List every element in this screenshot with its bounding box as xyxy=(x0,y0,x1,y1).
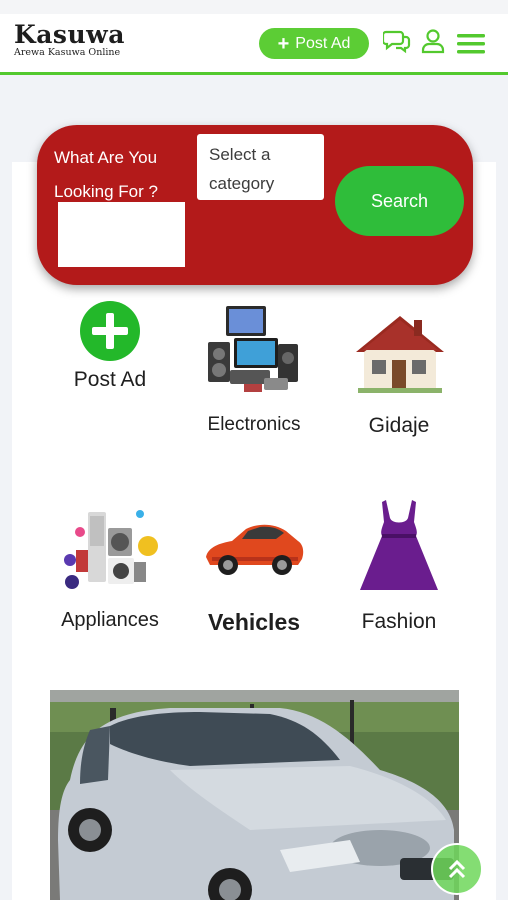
status-strip xyxy=(0,0,508,14)
category-label: Electronics xyxy=(207,414,301,435)
category-appliances[interactable]: Appliances xyxy=(45,500,175,635)
plus-icon: + xyxy=(277,32,290,55)
category-select[interactable]: Select a category xyxy=(197,134,324,200)
category-label: Gidaje xyxy=(368,414,430,437)
silver-hatchback-car-image xyxy=(50,690,459,900)
category-vehicles[interactable]: Vehicles xyxy=(189,505,319,640)
category-label: Fashion xyxy=(361,610,437,633)
header-post-ad-button[interactable]: + Post Ad xyxy=(259,28,369,59)
chat-icon[interactable] xyxy=(383,28,411,54)
category-post-ad[interactable]: Post Ad xyxy=(45,296,175,406)
category-label: Appliances xyxy=(61,609,159,631)
sports-car-icon xyxy=(206,524,304,575)
category-label: Post Ad xyxy=(73,368,147,391)
site-logo[interactable]: Kasuwa Arewa Kasuwa Online xyxy=(14,20,125,59)
dress-icon xyxy=(360,500,438,590)
appliances-icon xyxy=(64,510,158,589)
house-icon xyxy=(356,316,444,393)
plus-circle-icon xyxy=(80,301,140,361)
category-fashion[interactable]: Fashion xyxy=(334,498,464,638)
category-label: Vehicles xyxy=(207,609,301,635)
category-select-line-1: Select a xyxy=(209,145,271,164)
search-panel: What Are You Looking For ? Select a cate… xyxy=(37,125,473,285)
category-select-line-2: category xyxy=(209,174,275,193)
category-gidaje[interactable]: Gidaje xyxy=(334,308,464,443)
category-electronics[interactable]: Electronics xyxy=(189,304,319,439)
search-question: What Are You Looking For ? xyxy=(54,141,184,209)
logo-title: Kasuwa xyxy=(14,20,125,49)
featured-listing-photo[interactable] xyxy=(50,690,459,900)
double-chevron-up-icon xyxy=(448,859,466,879)
site-header: Kasuwa Arewa Kasuwa Online + Post Ad xyxy=(0,14,508,75)
electronics-icon xyxy=(208,306,298,392)
hamburger-menu-icon[interactable] xyxy=(457,33,485,55)
post-ad-label: Post Ad xyxy=(295,34,351,52)
logo-subtitle: Arewa Kasuwa Online xyxy=(14,47,121,58)
user-icon[interactable] xyxy=(421,28,445,54)
search-input[interactable] xyxy=(58,202,185,267)
search-question-line-1: What Are You xyxy=(54,148,158,167)
scroll-to-top-button[interactable] xyxy=(431,843,483,895)
search-button[interactable]: Search xyxy=(335,166,464,236)
